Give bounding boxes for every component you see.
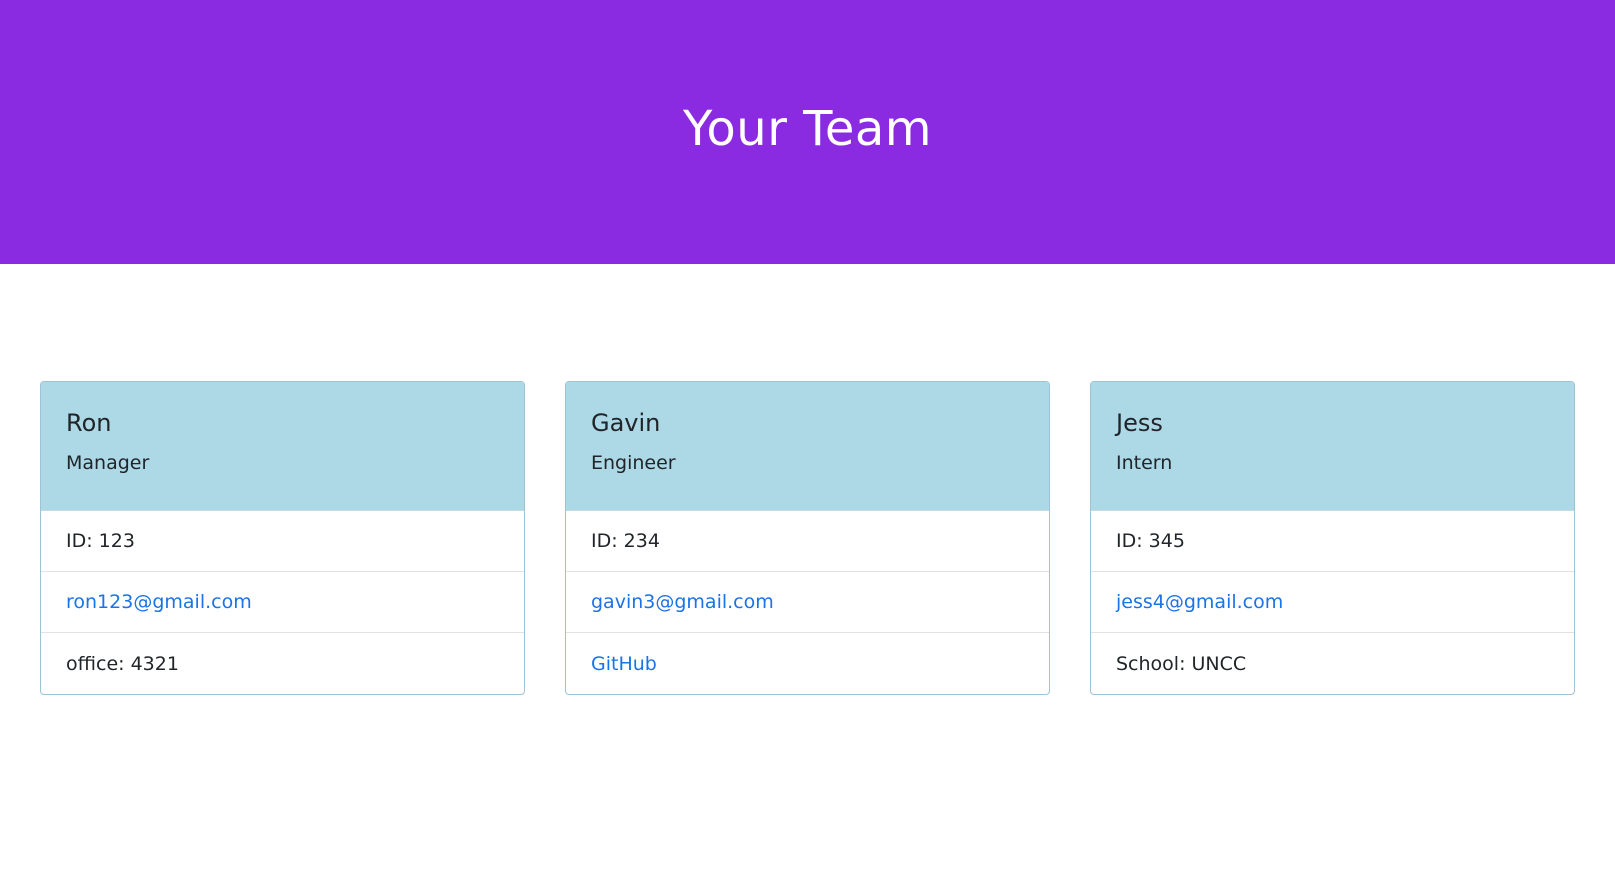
- employee-name: Ron: [66, 409, 112, 437]
- card-header: Ron Manager: [41, 382, 524, 511]
- employee-role: Manager: [66, 452, 150, 474]
- github-link[interactable]: GitHub: [591, 653, 657, 675]
- team-cards: Ron Manager ID: 123 ron123@gmail.com off…: [40, 381, 1575, 695]
- employee-email-row: jess4@gmail.com: [1091, 572, 1574, 633]
- page-title: Your Team: [682, 101, 933, 157]
- employee-email-link[interactable]: ron123@gmail.com: [66, 591, 252, 613]
- employee-role: Intern: [1116, 452, 1173, 474]
- employee-card-engineer: Gavin Engineer ID: 234 gavin3@gmail.com …: [565, 381, 1050, 695]
- employee-role: Engineer: [591, 452, 676, 474]
- github-row: GitHub: [566, 633, 1049, 694]
- employee-id: ID: 234: [566, 511, 1049, 572]
- card-header: Jess Intern: [1091, 382, 1574, 511]
- page-header: Your Team: [0, 0, 1615, 264]
- employee-card-manager: Ron Manager ID: 123 ron123@gmail.com off…: [40, 381, 525, 695]
- employee-name: Jess: [1116, 409, 1163, 437]
- employee-card-intern: Jess Intern ID: 345 jess4@gmail.com Scho…: [1090, 381, 1575, 695]
- employee-email-row: ron123@gmail.com: [41, 572, 524, 633]
- employee-email-row: gavin3@gmail.com: [566, 572, 1049, 633]
- employee-email-link[interactable]: jess4@gmail.com: [1116, 591, 1283, 613]
- employee-id: ID: 345: [1091, 511, 1574, 572]
- card-header: Gavin Engineer: [566, 382, 1049, 511]
- school-name: School: UNCC: [1116, 652, 1247, 675]
- employee-email-link[interactable]: gavin3@gmail.com: [591, 591, 774, 613]
- office-number: office: 4321: [66, 652, 179, 675]
- employee-id: ID: 123: [41, 511, 524, 572]
- employee-name: Gavin: [591, 409, 661, 437]
